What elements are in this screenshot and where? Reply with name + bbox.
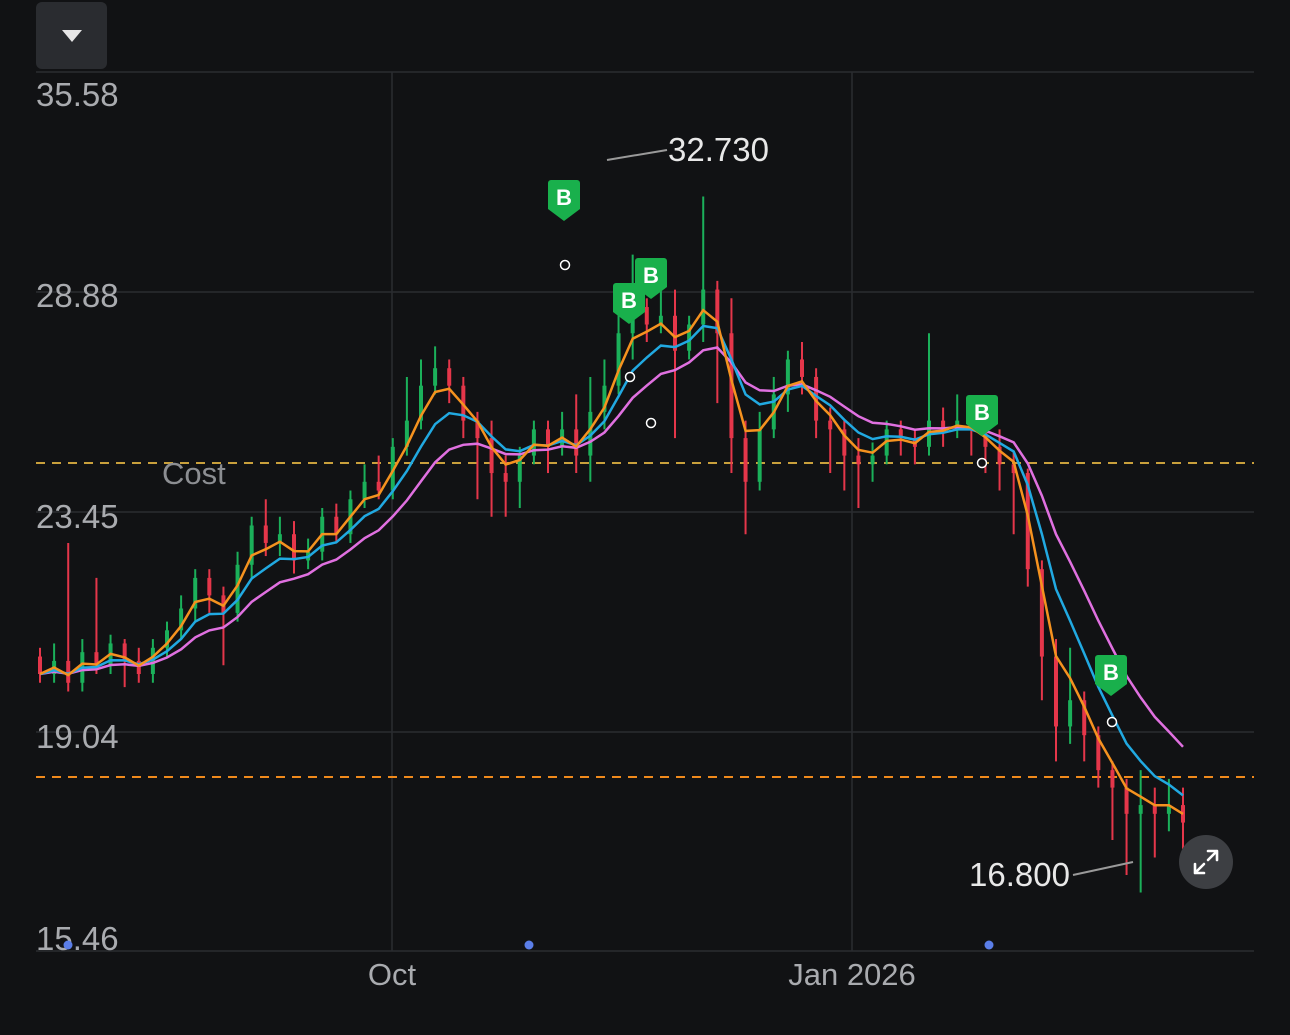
candle-down [574,429,579,456]
candle-down [447,368,452,386]
candle-down [743,438,748,482]
x-tick-label: Jan 2026 [788,957,916,992]
candle-down [856,455,861,465]
candle-up [701,289,706,325]
y-tick-label: 19.04 [36,718,119,755]
candle-down [376,481,381,491]
candle-down [828,420,833,430]
candle-down [1110,770,1115,788]
candle-up [433,368,438,386]
price-chart[interactable]: 35.58 28.88 23.45 19.04 15.46 Oct Jan 20… [0,0,1290,1035]
event-dot[interactable] [524,940,534,950]
candle-up [1068,700,1073,727]
high-callout-line [606,149,668,161]
high-price-label: 32.730 [668,131,769,168]
candle-down [644,307,649,325]
cost-label: Cost [162,456,226,491]
candle-up [362,481,367,500]
expand-button[interactable] [1179,835,1233,889]
y-tick-label: 35.58 [36,76,119,113]
trade-point [976,457,988,469]
candle-down [263,525,268,543]
ma-short-line [39,308,1184,815]
trade-point [1106,716,1118,728]
trade-point [645,417,657,429]
candle-up [616,333,621,386]
candle-up [1138,805,1143,814]
y-tick-label: 23.45 [36,498,119,535]
event-dot[interactable] [984,940,994,950]
candle-up [870,455,875,465]
buy-marker-label: B [974,400,990,425]
ma-mid-line [39,324,1184,797]
y-tick-label: 15.46 [36,920,119,957]
low-price-label: 16.800 [969,856,1070,893]
y-tick-label: 28.88 [36,277,119,314]
candle-down [292,534,296,561]
candle-down [207,577,212,596]
candle-down [503,473,508,482]
buy-marker[interactable]: B [548,180,580,221]
buy-marker-label: B [556,185,572,210]
x-tick-label: Oct [368,957,417,992]
moving-average-lines [39,308,1184,815]
candle-down [1054,656,1058,727]
buy-marker-label: B [1103,660,1119,685]
candle-down [800,359,804,377]
buy-marker-label: B [621,288,637,313]
candle-down [1124,787,1129,814]
low-callout-line [1072,861,1134,876]
trade-point [559,259,571,271]
candle-down [38,656,42,675]
chart-grid [36,71,1254,952]
trade-point [624,371,636,383]
candle-up [757,429,762,482]
event-dot[interactable] [63,940,73,950]
expand-arrows-icon [1193,849,1219,875]
candles-group [38,196,1185,893]
buy-marker-label: B [643,263,659,288]
